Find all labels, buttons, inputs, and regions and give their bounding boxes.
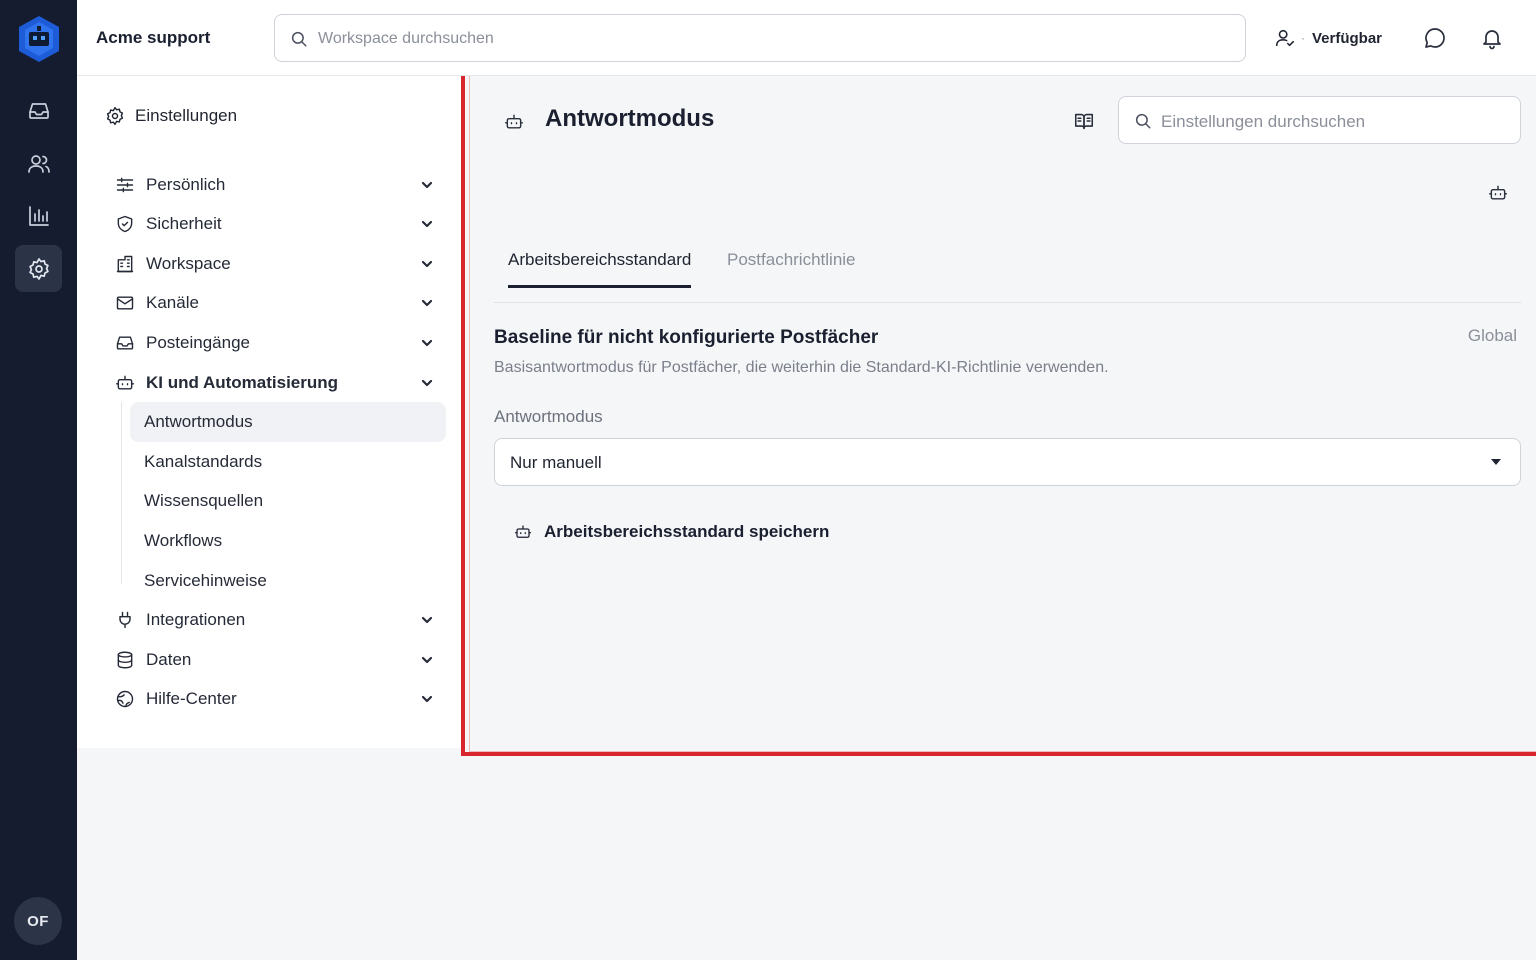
save-button-label: Arbeitsbereichsstandard speichern [544,522,830,541]
chevron-down-icon [421,654,433,666]
settings-search-input[interactable]: Einstellungen durchsuchen [1118,96,1521,144]
workspace-name[interactable]: Acme support [96,28,210,48]
search-icon [1134,112,1152,130]
sub-item-servicehinweise[interactable]: Servicehinweise [130,561,446,601]
chevron-down-icon [421,179,433,191]
settings-title-label: Einstellungen [135,106,238,125]
reports-icon [27,204,51,228]
chevron-down-icon [421,218,433,230]
caret-down-icon [1491,459,1501,465]
bot-icon [504,112,524,132]
nav-item-label: Sicherheit [146,214,222,233]
nav-item-label: Posteingänge [146,333,250,352]
select-value: Nur manuell [510,453,602,472]
antwortmodus-select[interactable]: Nur manuell [494,438,1521,486]
chevron-down-icon [421,258,433,270]
nav-item-workspace[interactable]: Workspace [115,246,437,282]
database-icon [115,650,135,670]
chevron-down-icon [421,693,433,705]
nav-item-label: Persönlich [146,175,226,194]
page-title: Antwortmodus [545,105,715,132]
bot-icon [514,523,532,541]
building-icon [115,254,135,274]
nav-item-kanaele[interactable]: Kanäle [115,285,437,321]
sub-item-kanalstandards[interactable]: Kanalstandards [130,442,446,482]
app-logo-icon[interactable] [16,14,62,64]
inbox-icon [115,333,135,353]
chevron-down-icon [421,377,433,389]
chevron-down-icon [421,614,433,626]
plug-icon [115,610,135,630]
rail-inbox-button[interactable] [15,87,62,134]
settings-search-placeholder: Einstellungen durchsuchen [1161,112,1366,131]
settings-content-panel: Antwortmodus Einstellungen durchsuchen A… [461,76,1536,756]
user-avatar[interactable]: OF [14,897,62,945]
sub-item-wissensquellen[interactable]: Wissensquellen [130,481,446,521]
sub-item-antwortmodus[interactable]: Antwortmodus [130,402,446,442]
rail-users-button[interactable] [15,140,62,187]
nav-item-ki-automatisierung[interactable]: KI und Automatisierung [115,365,437,401]
nav-item-posteingaenge[interactable]: Posteingänge [115,325,437,361]
bell-icon[interactable] [1480,26,1504,50]
bot-icon [115,373,135,393]
content-area: Antwortmodus Einstellungen durchsuchen A… [469,76,1536,752]
nav-item-label: KI und Automatisierung [146,373,339,392]
status-separator: · [1301,31,1305,45]
nav-item-integrationen[interactable]: Integrationen [115,602,437,638]
chat-icon[interactable] [1423,26,1447,50]
chevron-down-icon [421,337,433,349]
section-title: Baseline für nicht konfigurierte Postfäc… [494,327,879,348]
settings-nav-title: Einstellungen [105,106,237,126]
rail-reports-button[interactable] [15,192,62,239]
user-status-icon [1274,27,1296,49]
gear-icon [105,106,125,126]
users-icon [27,152,51,176]
sub-item-workflows[interactable]: Workflows [130,521,446,561]
nav-item-daten[interactable]: Daten [115,642,437,678]
top-bar: Acme support Workspace durchsuchen · Ver… [77,0,1536,76]
workspace-search-placeholder: Workspace durchsuchen [318,30,494,47]
sliders-icon [115,175,135,195]
nav-item-label: Hilfe-Center [146,689,237,708]
status-label: Verfügbar [1312,29,1383,47]
mode-tabs: Arbeitsbereichsstandard Postfachrichtlin… [494,246,1521,303]
tab-postfachrichtlinie[interactable]: Postfachrichtlinie [727,250,856,288]
inbox-icon [27,99,51,123]
settings-nav: Einstellungen Persönlich Sicherheit Work… [77,76,461,748]
scope-badge: Global [1467,326,1517,345]
nav-item-persoenlich[interactable]: Persönlich [115,167,437,203]
chevron-down-icon [421,297,433,309]
nav-item-hilfe-center[interactable]: Hilfe-Center [115,681,437,717]
rail-settings-button[interactable] [15,245,62,292]
nav-item-label: Daten [146,650,192,669]
section-description: Basisantwortmodus für Postfächer, die we… [494,359,1109,376]
save-workspace-default-button[interactable]: Arbeitsbereichsstandard speichern [514,522,829,542]
settings-icon [27,257,51,281]
globe-icon [115,689,135,709]
nav-item-label: Integrationen [146,610,246,629]
workspace-search-input[interactable]: Workspace durchsuchen [274,14,1246,62]
mail-icon [115,293,135,313]
book-icon[interactable] [1073,110,1095,132]
nav-item-label: Kanäle [146,293,199,312]
nav-item-sicherheit[interactable]: Sicherheit [115,206,437,242]
availability-status[interactable]: · Verfügbar [1274,27,1382,49]
nav-item-label: Workspace [146,254,231,273]
app-rail: OF [0,0,77,960]
submenu-guide-line [121,402,122,584]
search-icon [290,30,308,48]
field-label-antwortmodus: Antwortmodus [494,407,603,426]
tab-arbeitsbereichsstandard[interactable]: Arbeitsbereichsstandard [508,250,692,288]
bot-assistant-icon[interactable] [1488,183,1508,203]
shield-icon [115,214,135,234]
